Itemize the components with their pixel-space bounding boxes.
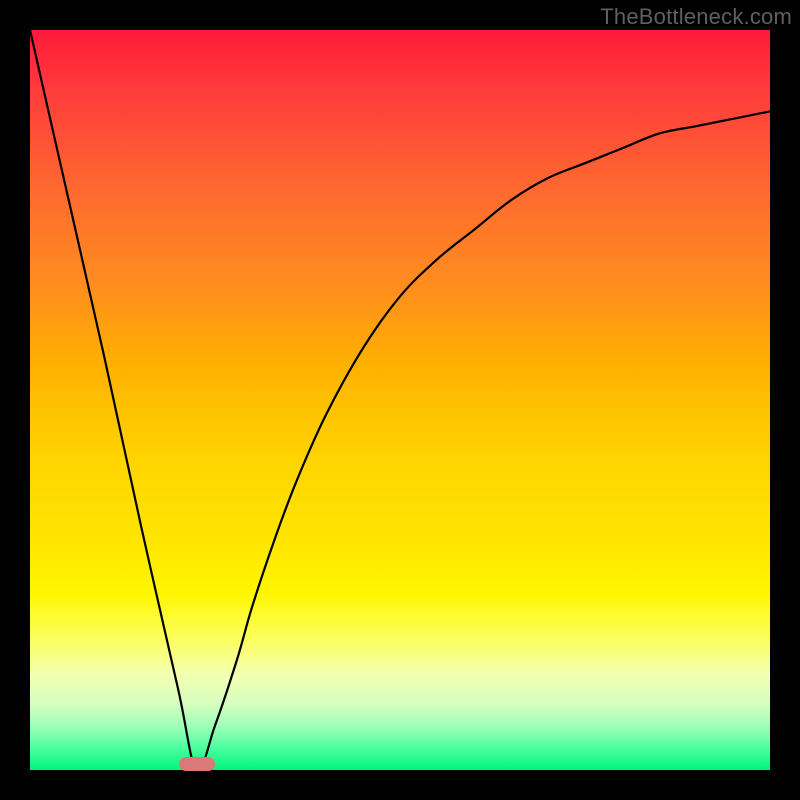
optimal-marker [179,757,215,771]
chart-frame: TheBottleneck.com [0,0,800,800]
watermark-text: TheBottleneck.com [600,4,792,30]
plot-area [30,30,770,770]
curve-svg [30,30,770,770]
bottleneck-curve-path [30,30,770,770]
